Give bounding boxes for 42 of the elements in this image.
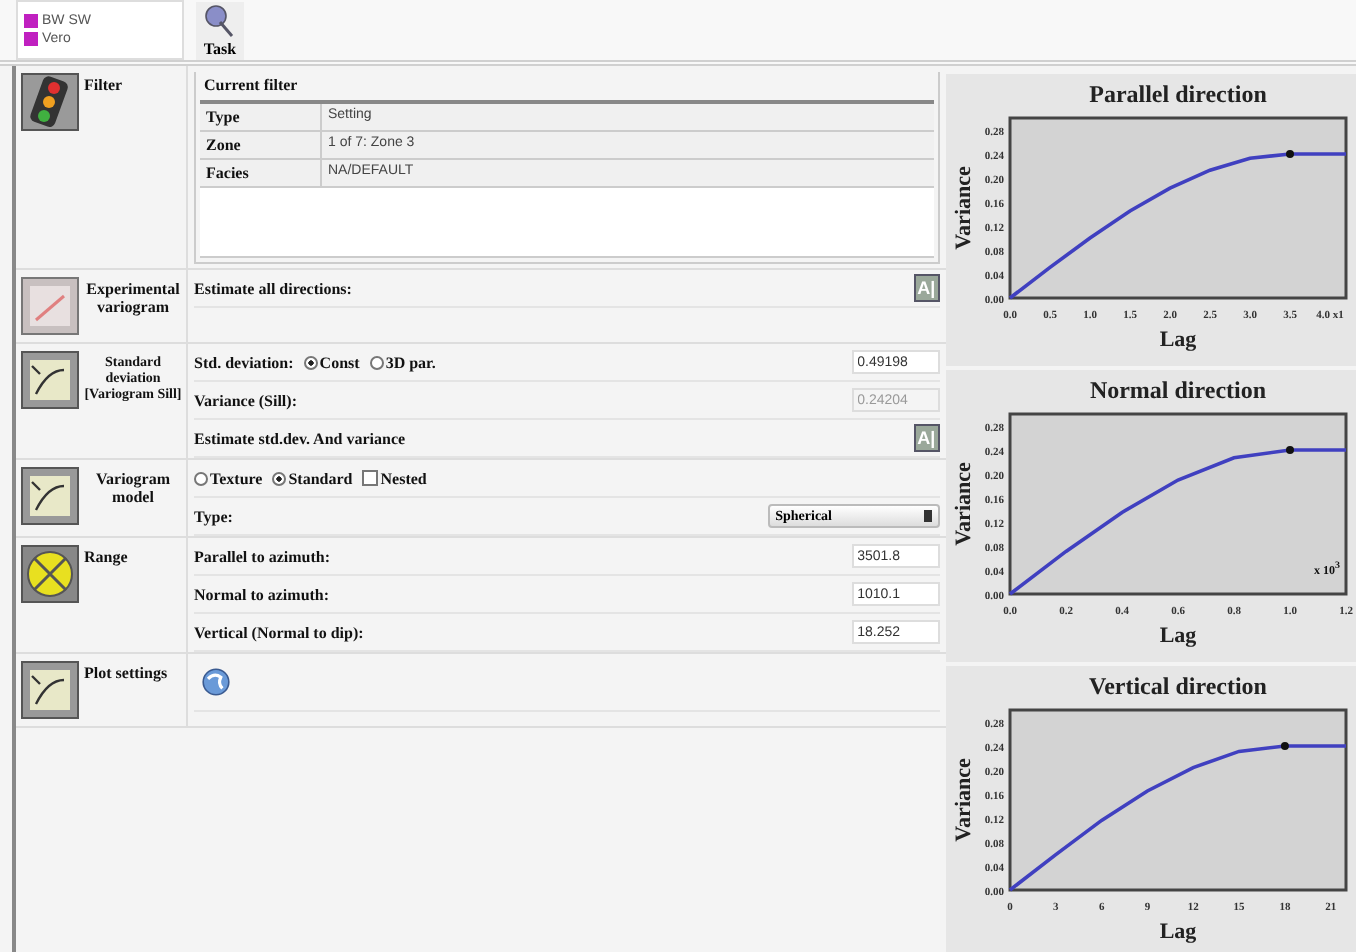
axis-label: Lag: [1158, 328, 1196, 352]
chart-title: Vertical direction: [1088, 672, 1267, 700]
field-label: Vertical (Normal to dip):: [194, 623, 364, 641]
axis-label: Variance: [951, 462, 976, 546]
chart-icon[interactable]: [20, 660, 80, 720]
chart-icon[interactable]: [20, 466, 80, 526]
radio-button[interactable]: Standard: [272, 469, 353, 487]
axis-label: Variance: [951, 166, 976, 250]
section-label: Variogram model: [93, 468, 173, 510]
radio-button[interactable]: 3D par.: [369, 353, 436, 371]
chart-title: Parallel direction: [1088, 80, 1266, 108]
group-title: Current filter: [202, 74, 300, 98]
chart-icon[interactable]: [20, 276, 80, 336]
field-label: Estimate std.dev. And variance: [194, 429, 406, 447]
axis-label: Variance: [951, 758, 976, 842]
chart-icon[interactable]: [20, 350, 80, 410]
globe-icon[interactable]: [200, 666, 232, 698]
radio-button[interactable]: Const: [303, 353, 360, 371]
radio-button[interactable]: Texture: [194, 469, 263, 487]
section-label: Plot settings: [84, 662, 168, 686]
section-label: Range: [84, 546, 128, 570]
axis-label: Lag: [1158, 920, 1196, 944]
field-label: Std. deviation:: [194, 353, 294, 371]
table-cell: Type: [200, 104, 322, 130]
table-cell: Facies: [200, 160, 322, 186]
data-point: [1285, 446, 1294, 454]
field-label: Normal to azimuth:: [194, 585, 330, 603]
target-icon[interactable]: [20, 544, 80, 604]
section-label: Filter: [84, 74, 123, 98]
data-point: [1280, 742, 1289, 750]
checkbox[interactable]: Nested: [362, 469, 427, 487]
axis-label: Lag: [1158, 624, 1196, 648]
section-label: Experimental variogram: [84, 278, 182, 320]
field-label: Parallel to azimuth:: [194, 547, 330, 565]
chart-title: Normal direction: [1089, 376, 1266, 404]
table-cell: Zone: [200, 132, 322, 158]
field-label: Variance (Sill):: [194, 391, 297, 409]
field-label: Estimate all directions:: [194, 279, 352, 297]
traffic-light-icon[interactable]: [20, 72, 80, 132]
task-button[interactable]: Task: [196, 1, 244, 59]
data-point: [1285, 150, 1294, 158]
field-label: Type:: [194, 507, 233, 525]
